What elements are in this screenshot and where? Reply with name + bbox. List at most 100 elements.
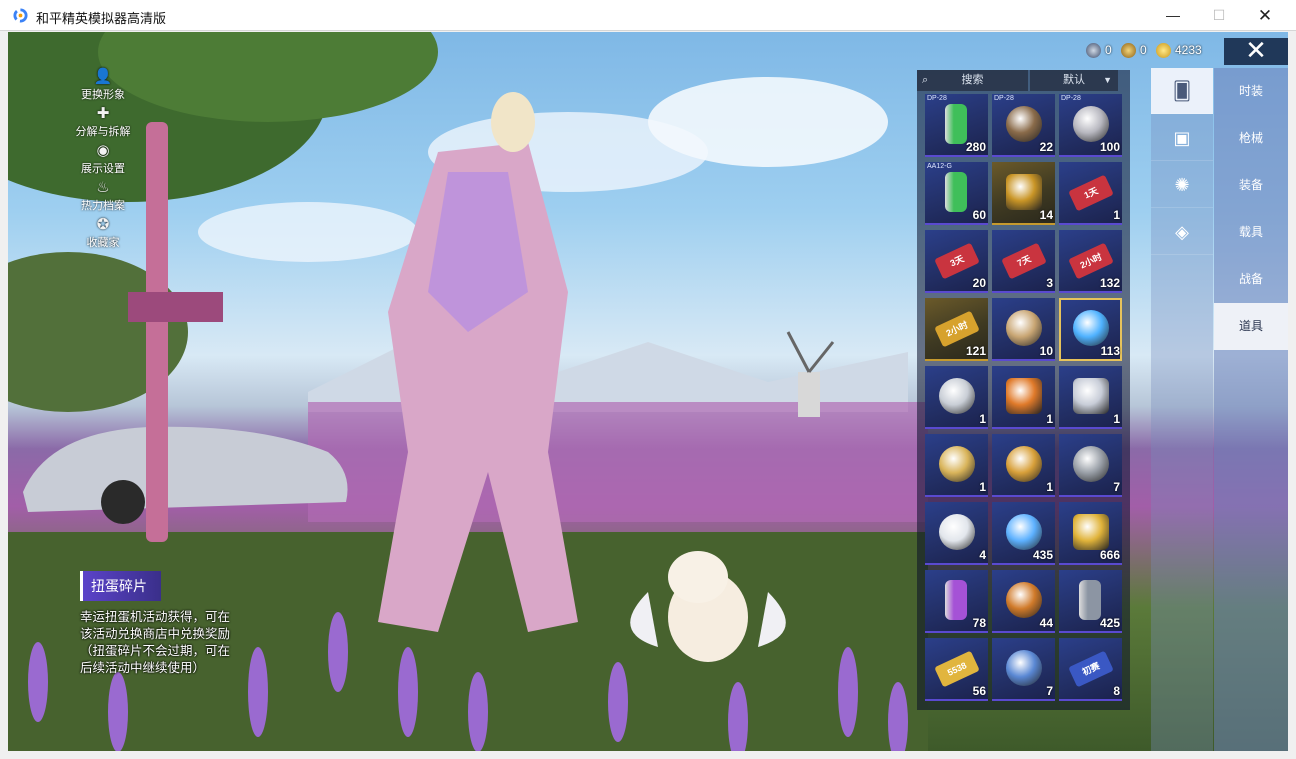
inventory-item-spray-gun[interactable]: 425 xyxy=(1059,570,1122,633)
inventory-item-key[interactable]: 4 xyxy=(925,502,988,565)
item-count: 1 xyxy=(979,412,986,426)
item-count: 113 xyxy=(1100,344,1120,358)
spray-can-green-icon xyxy=(945,104,967,144)
dragon-emblem-icon xyxy=(939,446,975,482)
blue-diamond-icon xyxy=(1006,514,1042,550)
crystal-orb-icon xyxy=(1073,310,1109,346)
inventory-item-silver-medal[interactable]: 1 xyxy=(925,366,988,429)
close-button[interactable]: ✕ xyxy=(1242,0,1288,31)
search-input[interactable]: ⌕ 搜索 xyxy=(917,70,1028,91)
inventory-item-star-emblem[interactable]: 1 xyxy=(992,434,1055,497)
inventory-grid[interactable]: 28632248DP-28280DP-2822DP-28100AA12-G601… xyxy=(925,93,1129,709)
item-tag: DP-28 xyxy=(927,95,947,102)
outfit-card-icon[interactable]: 🂠 xyxy=(1151,68,1213,114)
puzzle-icon: ✚ xyxy=(96,105,110,122)
item-count: 44 xyxy=(1039,616,1053,630)
inventory-item-ticket-chusai[interactable]: 初赛 8 xyxy=(1059,638,1122,701)
wooden-stick-icon xyxy=(1006,310,1042,346)
inventory-item-ticket-7day[interactable]: 7天 3 xyxy=(992,230,1055,293)
item-tag: DP-28 xyxy=(994,95,1014,102)
app-logo-icon xyxy=(13,8,28,23)
tab-vehicles[interactable]: 载具 xyxy=(1214,209,1288,256)
inventory-item-gold-card[interactable]: 666 xyxy=(1059,502,1122,565)
inventory-item-spring[interactable]: DP-28 100 xyxy=(1059,94,1122,157)
item-count: 10 xyxy=(1039,344,1053,358)
spray-can-green-icon xyxy=(945,172,967,212)
inventory-item-ticket-5538[interactable]: 5538 56 xyxy=(925,638,988,701)
tab-firearms[interactable]: 枪械 xyxy=(1214,115,1288,162)
star-emblem-icon xyxy=(1006,446,1042,482)
spring-icon xyxy=(1073,106,1109,142)
inventory-item-spray-can-green[interactable]: DP-28 280 xyxy=(925,94,988,157)
key-icon xyxy=(939,514,975,550)
eye-icon: ◉ xyxy=(96,142,110,159)
inventory-item-fist-badge-silver[interactable]: 1 xyxy=(1059,366,1122,429)
maximize-button[interactable]: ☐ xyxy=(1196,0,1242,31)
inventory-item-id-card[interactable]: 14 xyxy=(992,162,1055,225)
item-count: 1 xyxy=(1046,480,1053,494)
inventory-item-wooden-stick[interactable]: 10 xyxy=(992,298,1055,361)
scope-icon xyxy=(1006,582,1042,618)
inventory-item-fist-badge-orange[interactable]: 1 xyxy=(992,366,1055,429)
item-count: 132 xyxy=(1099,276,1120,290)
menu-heat-archive[interactable]: ♨ 热力档案 xyxy=(68,179,138,216)
inventory-item-scope[interactable]: 44 xyxy=(992,570,1055,633)
ticket-chusai-icon: 初赛 xyxy=(1068,650,1114,688)
tab-fashion[interactable]: 时装 xyxy=(1214,68,1288,115)
inventory-item-magazine-box[interactable]: DP-28 22 xyxy=(992,94,1055,157)
game-close-button[interactable]: ✕ xyxy=(1224,37,1288,65)
item-count: 20 xyxy=(972,276,986,290)
magazine-box-icon xyxy=(1006,106,1042,142)
inventory-item-crystal-orb[interactable]: 113 xyxy=(1059,298,1122,361)
item-count: 1 xyxy=(1113,412,1120,426)
inventory-toolbar: ⌕ 搜索 默认 ▼ xyxy=(917,70,1130,91)
emulator-window: 和平精英模拟器高清版 — ☐ ✕ 0 0 4233 ✕ 👤 更换形象 ✚ 分解与… xyxy=(0,0,1296,759)
item-tag: AA12-G xyxy=(927,163,952,170)
inventory-item-spray-can-green[interactable]: AA12-G 60 xyxy=(925,162,988,225)
item-count: 22 xyxy=(1039,140,1053,154)
resource-gold-token: 0 xyxy=(1121,41,1147,59)
tab-battle-prep[interactable]: 战备 xyxy=(1214,256,1288,303)
item-count: 60 xyxy=(972,208,986,222)
tab-items[interactable]: 道具 xyxy=(1214,303,1288,350)
gold-token-icon xyxy=(1121,42,1136,58)
tag-icon[interactable]: ◈ xyxy=(1151,209,1213,255)
coupon-icon xyxy=(1156,42,1171,58)
ticket-2hour-icon: 2小时 xyxy=(1068,242,1114,280)
firework-icon[interactable]: ✺ xyxy=(1151,162,1213,208)
sort-dropdown[interactable]: 默认 ▼ xyxy=(1030,70,1118,91)
menu-display-settings[interactable]: ◉ 展示设置 xyxy=(68,142,138,179)
window-title: 和平精英模拟器高清版 xyxy=(36,11,167,26)
inventory-item-puzzle-coin[interactable]: 7 xyxy=(992,638,1055,701)
search-icon: ⌕ xyxy=(922,74,929,86)
tab-equipment[interactable]: 装备 xyxy=(1214,162,1288,209)
item-count: 1 xyxy=(979,480,986,494)
item-count: 425 xyxy=(1099,616,1120,630)
menu-decompose[interactable]: ✚ 分解与拆解 xyxy=(68,105,138,142)
chevron-down-icon: ▼ xyxy=(1103,75,1112,85)
silver-coin-count: 0 xyxy=(1105,43,1112,57)
inventory-item-blue-diamond[interactable]: 435 xyxy=(992,502,1055,565)
silver-coin-icon xyxy=(1086,42,1101,58)
menu-change-look[interactable]: 👤 更换形象 xyxy=(68,68,138,105)
minimize-button[interactable]: — xyxy=(1150,0,1196,31)
inventory-item-metal-nut[interactable]: 7 xyxy=(1059,434,1122,497)
badge-icon: ✪ xyxy=(96,216,110,233)
game-viewport[interactable]: 0 0 4233 ✕ 👤 更换形象 ✚ 分解与拆解 ◉ 展示设置 ♨ 热力档案 ✪ 收藏家… xyxy=(8,32,1288,751)
inventory-item-ticket-gold-2hour[interactable]: 2小时 121 xyxy=(925,298,988,361)
menu-collector[interactable]: ✪ 收藏家 xyxy=(68,216,138,253)
item-count: 8 xyxy=(1113,684,1120,698)
item-count: 1 xyxy=(1113,208,1120,222)
inventory-item-spray-can-purple[interactable]: 78 xyxy=(925,570,988,633)
inventory-item-dragon-emblem[interactable]: 1 xyxy=(925,434,988,497)
inventory-item-ticket-3day[interactable]: 3天 20 xyxy=(925,230,988,293)
flame-icon: ♨ xyxy=(96,179,110,196)
item-count: 1 xyxy=(1046,412,1053,426)
fist-badge-orange-icon xyxy=(1006,378,1042,414)
inventory-item-ticket-1day[interactable]: 1天 1 xyxy=(1059,162,1122,225)
resource-silver: 0 xyxy=(1086,41,1112,59)
left-menu: 👤 更换形象 ✚ 分解与拆解 ◉ 展示设置 ♨ 热力档案 ✪ 收藏家 xyxy=(68,68,138,253)
silver-medal-icon xyxy=(939,378,975,414)
crate-icon[interactable]: ▣ xyxy=(1151,115,1213,161)
inventory-item-ticket-2hour[interactable]: 2小时 132 xyxy=(1059,230,1122,293)
